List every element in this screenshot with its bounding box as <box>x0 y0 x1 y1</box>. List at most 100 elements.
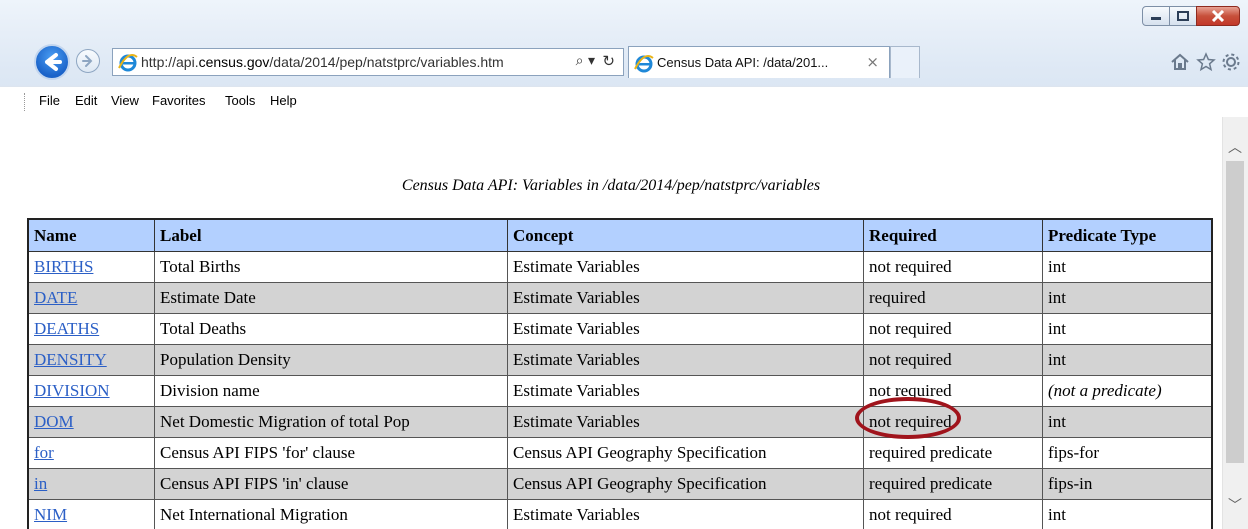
scroll-down-icon[interactable]: ﹀ <box>1228 495 1242 515</box>
cell-required: required predicate <box>863 437 1043 469</box>
cell-label: Population Density <box>154 344 508 376</box>
variable-link[interactable]: DEATHS <box>34 319 99 338</box>
favorites-star-icon[interactable] <box>1196 52 1216 72</box>
browser-chrome: http://api.census.gov/data/2014/pep/nats… <box>0 0 1248 117</box>
cell-predicate-type: int <box>1042 313 1213 345</box>
close-icon <box>1211 10 1225 22</box>
menu-tools[interactable]: Tools <box>225 93 255 108</box>
cell-concept: Estimate Variables <box>507 282 864 314</box>
address-bar[interactable]: http://api.census.gov/data/2014/pep/nats… <box>112 48 624 76</box>
cell-required: not required <box>863 313 1043 345</box>
cell-name: DENSITY <box>27 344 155 376</box>
cell-concept: Estimate Variables <box>507 344 864 376</box>
cell-predicate-type: int <box>1042 499 1213 529</box>
scrollbar-thumb[interactable] <box>1226 161 1244 463</box>
table-row: in Census API FIPS 'in' clause Census AP… <box>27 468 1213 500</box>
menu-view[interactable]: View <box>111 93 139 108</box>
table-row: BIRTHS Total Births Estimate Variables n… <box>27 251 1213 283</box>
page-content: Census Data API: Variables in /data/2014… <box>0 117 1222 529</box>
tab-title: Census Data API: /data/201... <box>657 55 829 70</box>
col-header-predicate-type: Predicate Type <box>1042 218 1213 252</box>
tab-census-api[interactable]: Census Data API: /data/201... × <box>628 46 890 78</box>
cell-predicate-type: fips-in <box>1042 468 1213 500</box>
page-caption: Census Data API: Variables in /data/2014… <box>401 177 821 194</box>
ie-logo-icon <box>634 55 654 73</box>
table-row: DEATHS Total Deaths Estimate Variables n… <box>27 313 1213 345</box>
table-row: DIVISION Division name Estimate Variable… <box>27 375 1213 407</box>
variable-link[interactable]: DOM <box>34 412 74 431</box>
address-url[interactable]: http://api.census.gov/data/2014/pep/nats… <box>141 54 504 70</box>
table-row: DENSITY Population Density Estimate Vari… <box>27 344 1213 376</box>
table-row: DOM Net Domestic Migration of total Pop … <box>27 406 1213 438</box>
menu-edit[interactable]: Edit <box>75 93 97 108</box>
vertical-scrollbar[interactable]: ︿ ﹀ <box>1222 117 1248 529</box>
back-button[interactable] <box>34 44 70 80</box>
cell-predicate-type: int <box>1042 282 1213 314</box>
col-header-name: Name <box>27 218 155 252</box>
scroll-up-icon[interactable]: ︿ <box>1228 137 1242 157</box>
cell-name: in <box>27 468 155 500</box>
cell-label: Estimate Date <box>154 282 508 314</box>
cell-required: not required <box>863 344 1043 376</box>
menu-help[interactable]: Help <box>270 93 297 108</box>
cell-name: DIVISION <box>27 375 155 407</box>
cell-name: for <box>27 437 155 469</box>
cell-concept: Census API Geography Specification <box>507 468 864 500</box>
settings-gear-icon[interactable] <box>1221 52 1241 72</box>
cell-name: DOM <box>27 406 155 438</box>
variable-link[interactable]: DIVISION <box>34 381 110 400</box>
forward-button[interactable] <box>76 49 100 73</box>
menu-file[interactable]: File <box>39 93 60 108</box>
back-icon <box>45 53 62 71</box>
browser-window: http://api.census.gov/data/2014/pep/nats… <box>0 0 1248 529</box>
cell-label: Total Deaths <box>154 313 508 345</box>
cell-concept: Estimate Variables <box>507 313 864 345</box>
variable-link[interactable]: DATE <box>34 288 77 307</box>
variable-link[interactable]: NIM <box>34 505 67 524</box>
cell-name: NIM <box>27 499 155 529</box>
variable-link[interactable]: for <box>34 443 54 462</box>
menu-bar-grip[interactable] <box>24 93 27 111</box>
home-icon[interactable] <box>1170 52 1190 72</box>
table-header-row: Name Label Concept Required Predicate Ty… <box>27 218 1213 252</box>
col-header-label: Label <box>154 218 508 252</box>
col-header-concept: Concept <box>507 218 864 252</box>
cell-name: DEATHS <box>27 313 155 345</box>
url-prefix: http://api. <box>141 54 199 70</box>
minimize-icon <box>1151 17 1161 20</box>
url-path: /data/2014/pep/natstprc/variables.htm <box>269 54 504 70</box>
menu-favorites[interactable]: Favorites <box>152 93 205 108</box>
cell-label: Total Births <box>154 251 508 283</box>
cell-concept: Estimate Variables <box>507 251 864 283</box>
cell-required: not required <box>863 375 1043 407</box>
cell-required: required predicate <box>863 468 1043 500</box>
new-tab-button[interactable] <box>890 46 920 78</box>
cell-required: not required <box>863 406 1043 438</box>
tab-close-icon[interactable]: × <box>866 53 879 71</box>
minimize-button[interactable] <box>1142 6 1170 26</box>
search-icon[interactable]: ⌕ ▾ <box>576 53 595 69</box>
cell-label: Net International Migration <box>154 499 508 529</box>
maximize-button[interactable] <box>1169 6 1197 26</box>
menu-bar: File Edit View Favorites Tools Help <box>0 86 1248 117</box>
cell-predicate-type: int <box>1042 406 1213 438</box>
cell-predicate-type: (not a predicate) <box>1042 375 1213 407</box>
forward-icon <box>82 55 93 67</box>
cell-required: not required <box>863 251 1043 283</box>
cell-concept: Estimate Variables <box>507 375 864 407</box>
cell-predicate-type: fips-for <box>1042 437 1213 469</box>
cell-required: required <box>863 282 1043 314</box>
variable-link[interactable]: BIRTHS <box>34 257 93 276</box>
variable-link[interactable]: DENSITY <box>34 350 107 369</box>
ie-logo-icon <box>118 54 138 72</box>
close-window-button[interactable] <box>1196 6 1240 26</box>
variable-link[interactable]: in <box>34 474 47 493</box>
col-header-required: Required <box>863 218 1043 252</box>
cell-name: BIRTHS <box>27 251 155 283</box>
cell-label: Net Domestic Migration of total Pop <box>154 406 508 438</box>
table-row: NIM Net International Migration Estimate… <box>27 499 1213 529</box>
table-row: for Census API FIPS 'for' clause Census … <box>27 437 1213 469</box>
cell-predicate-type: int <box>1042 344 1213 376</box>
refresh-icon[interactable]: ↻ <box>602 52 615 70</box>
cell-predicate-type: int <box>1042 251 1213 283</box>
